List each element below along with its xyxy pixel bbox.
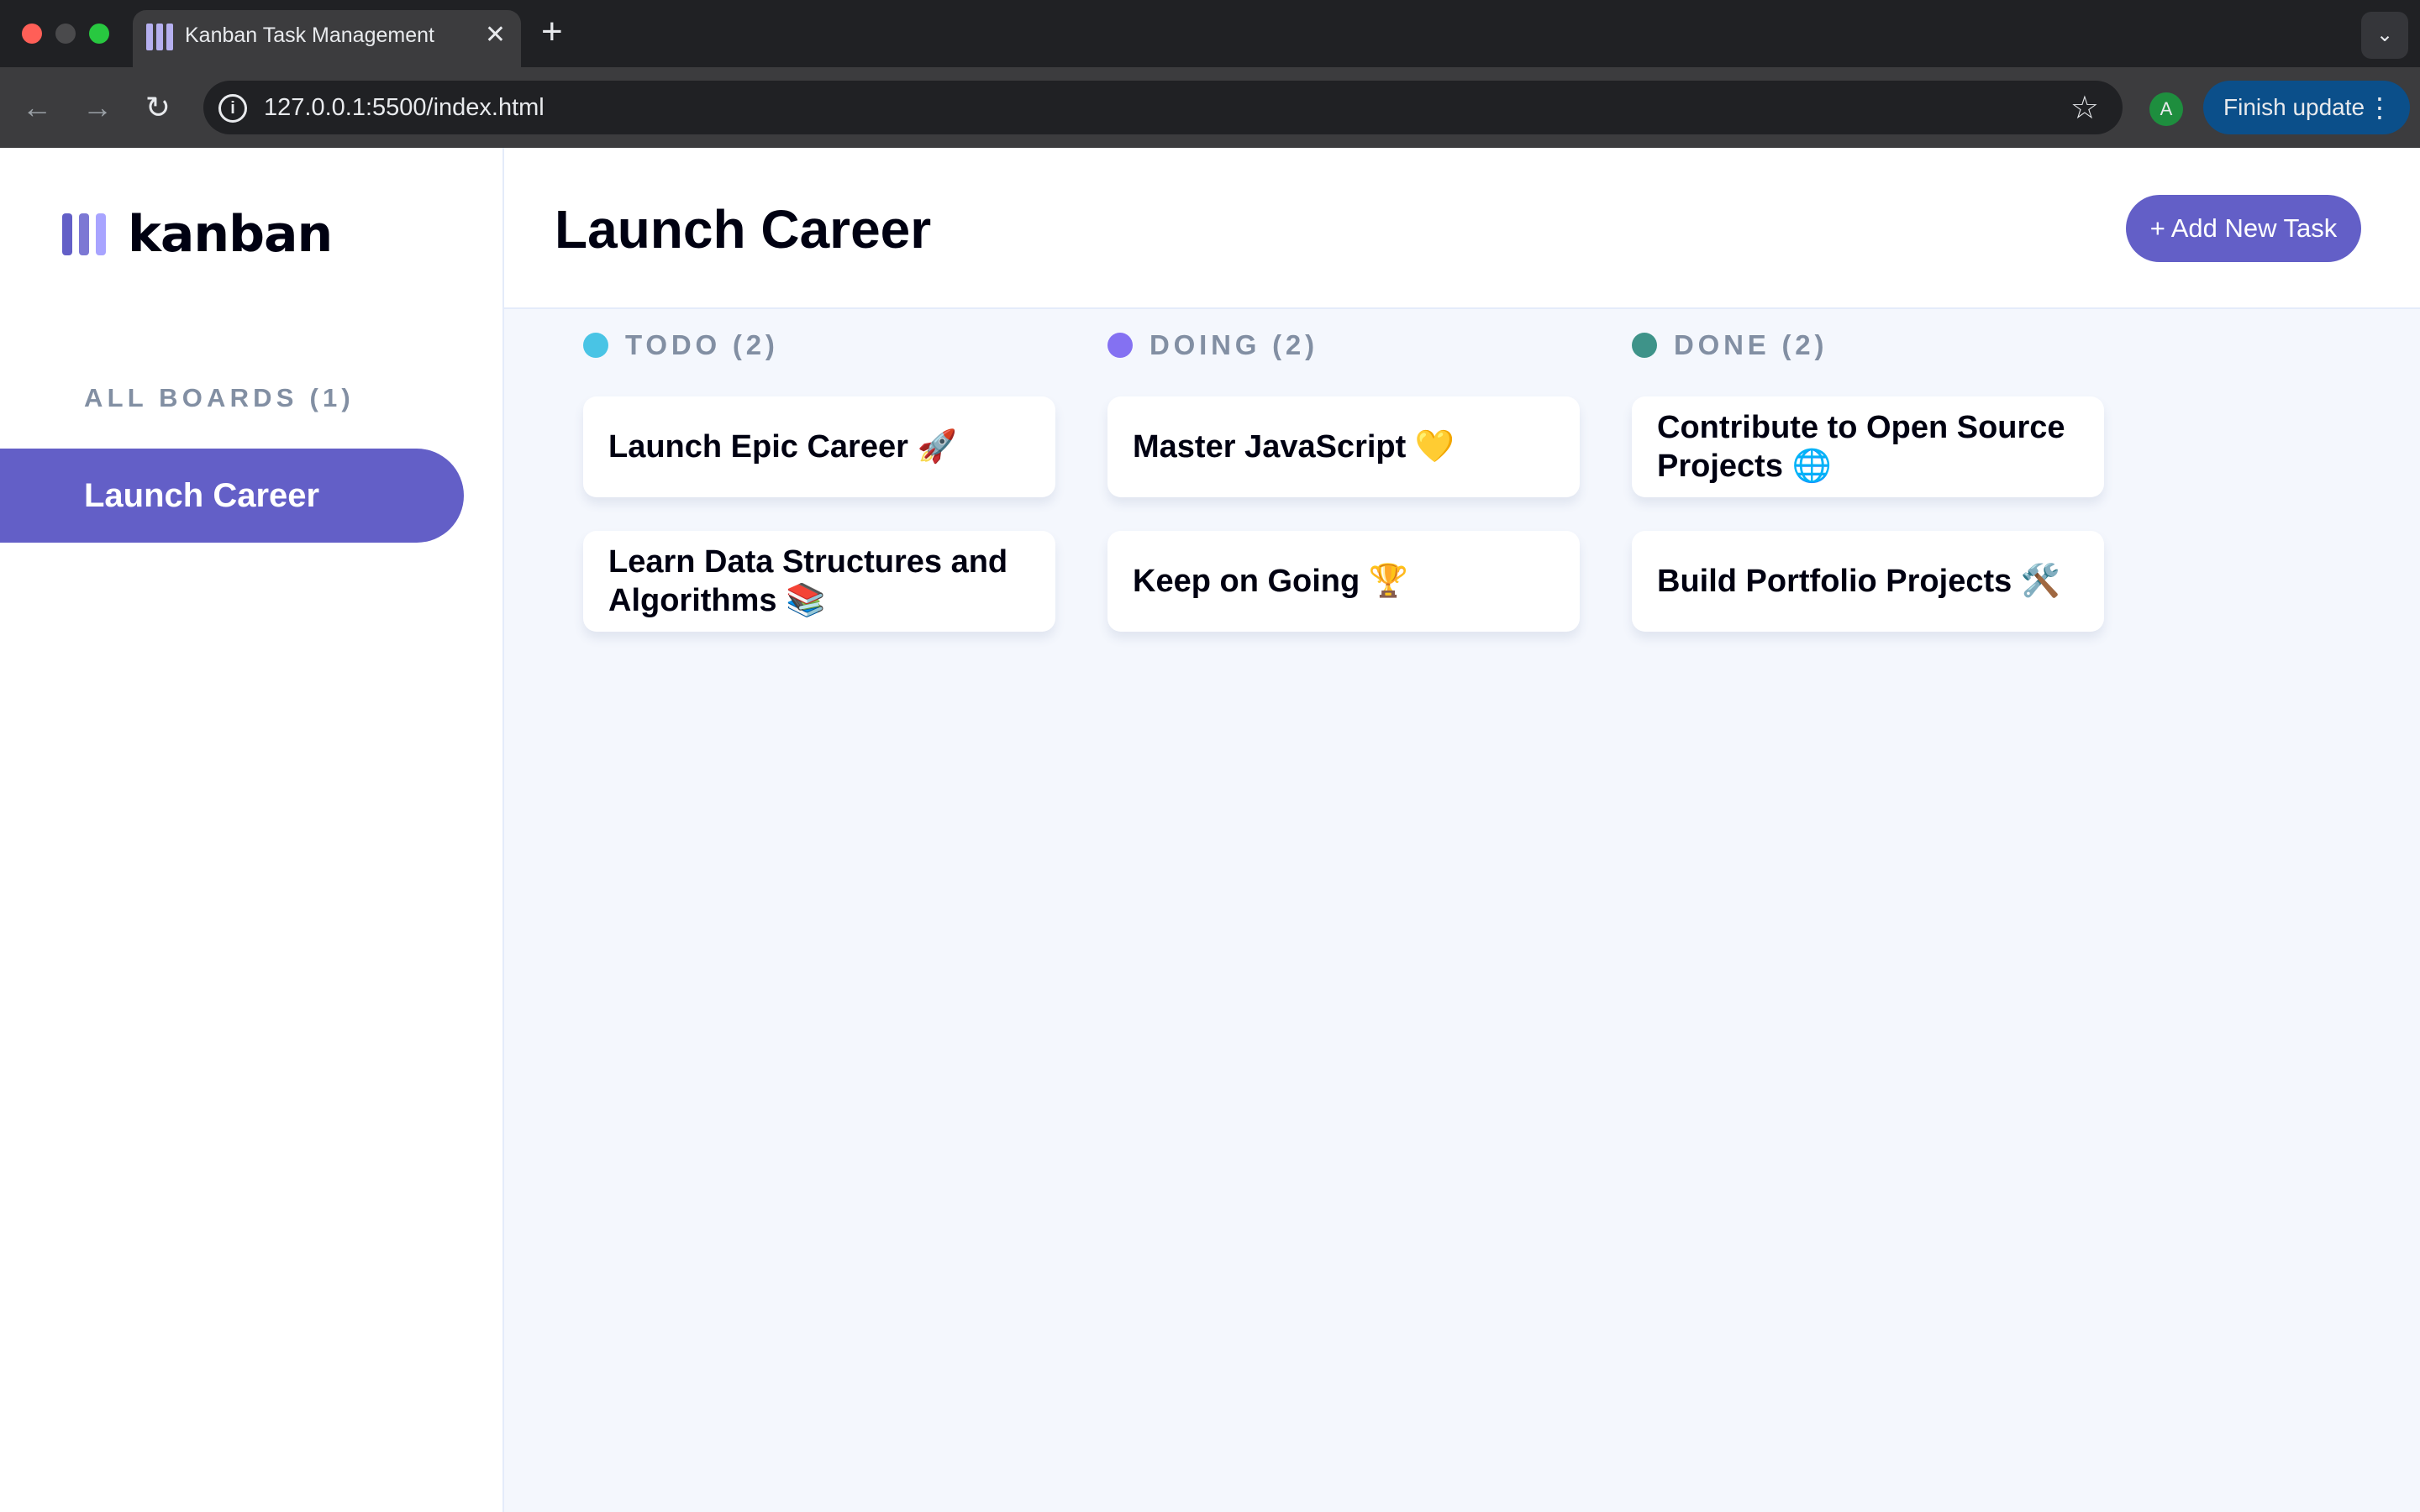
task-card[interactable]: Launch Epic Career 🚀 [583,396,1055,497]
url-text[interactable]: 127.0.0.1:5500/index.html [264,94,544,122]
column-header: DOING (2) [1107,329,1318,361]
column-title: DOING (2) [1150,329,1318,360]
task-card[interactable]: Keep on Going 🏆 [1107,531,1580,632]
task-title: Master JavaScript 💛 [1133,429,1455,465]
task-title: Build Portfolio Projects 🛠️ [1657,564,2061,599]
task-title: Launch Epic Career 🚀 [608,429,957,465]
column-title: DONE (2) [1674,329,1828,360]
address-bar[interactable]: i 127.0.0.1:5500/index.html ☆ [203,81,2123,134]
site-info-icon[interactable]: i [218,94,247,123]
browser-tab[interactable]: Kanban Task Management ✕ [133,10,521,67]
kanban-app: kanban ALL BOARDS (1) Launch Career Laun… [0,148,2420,1512]
bookmark-star-icon[interactable]: ☆ [2070,89,2099,127]
status-dot-icon [1107,333,1133,358]
tab-search-button[interactable]: ⌄ [2361,12,2408,59]
close-tab-icon[interactable]: ✕ [485,22,506,49]
maximize-window-button[interactable] [89,24,109,44]
task-title: Learn Data Structures and Algorithms 📚 [608,544,1008,618]
all-boards-heading: ALL BOARDS (1) [84,383,355,412]
browser-tab-bar: Kanban Task Management ✕ + ⌄ [0,0,2420,67]
status-dot-icon [1632,333,1657,358]
column-header: TODO (2) [583,329,779,361]
page-title: Launch Career [555,199,932,260]
kanban-favicon-icon [146,24,173,50]
more-menu-icon[interactable]: ⋮ [2366,81,2393,134]
sidebar-item-label: Launch Career [84,477,320,514]
column-title: TODO (2) [625,329,779,360]
finish-update-button[interactable]: Finish update ⋮ [2203,81,2410,134]
task-card[interactable]: Master JavaScript 💛 [1107,396,1580,497]
back-arrow-icon[interactable]: ← [17,87,57,128]
window-controls [22,24,109,44]
status-dot-icon [583,333,608,358]
task-card[interactable]: Learn Data Structures and Algorithms 📚 [583,531,1055,632]
task-title: Keep on Going 🏆 [1133,564,1409,599]
board-columns: TODO (2) Launch Epic Career 🚀 Learn Data… [504,309,2420,1512]
board-header: Launch Career + Add New Task [504,148,2420,309]
close-window-button[interactable] [22,24,42,44]
logo-text: kanban [128,205,333,264]
task-card[interactable]: Build Portfolio Projects 🛠️ [1632,531,2104,632]
sidebar: kanban ALL BOARDS (1) Launch Career [0,148,504,1512]
minimize-window-button[interactable] [55,24,76,44]
profile-avatar[interactable]: A [2149,92,2183,126]
new-tab-button[interactable]: + [541,12,563,52]
task-card[interactable]: Contribute to Open Source Projects 🌐 [1632,396,2104,497]
reload-icon[interactable]: ↻ [138,87,178,128]
add-new-task-button[interactable]: + Add New Task [2126,195,2361,262]
kanban-logo-icon [62,213,106,255]
browser-toolbar: ← → ↻ i 127.0.0.1:5500/index.html ☆ A Fi… [0,67,2420,150]
logo: kanban [62,205,333,264]
task-title: Contribute to Open Source Projects 🌐 [1657,410,2065,484]
column-header: DONE (2) [1632,329,1828,361]
sidebar-item-launch-career[interactable]: Launch Career [0,449,464,543]
tab-title: Kanban Task Management [185,24,434,47]
forward-arrow-icon[interactable]: → [77,87,118,128]
finish-update-label: Finish update [2223,94,2365,120]
